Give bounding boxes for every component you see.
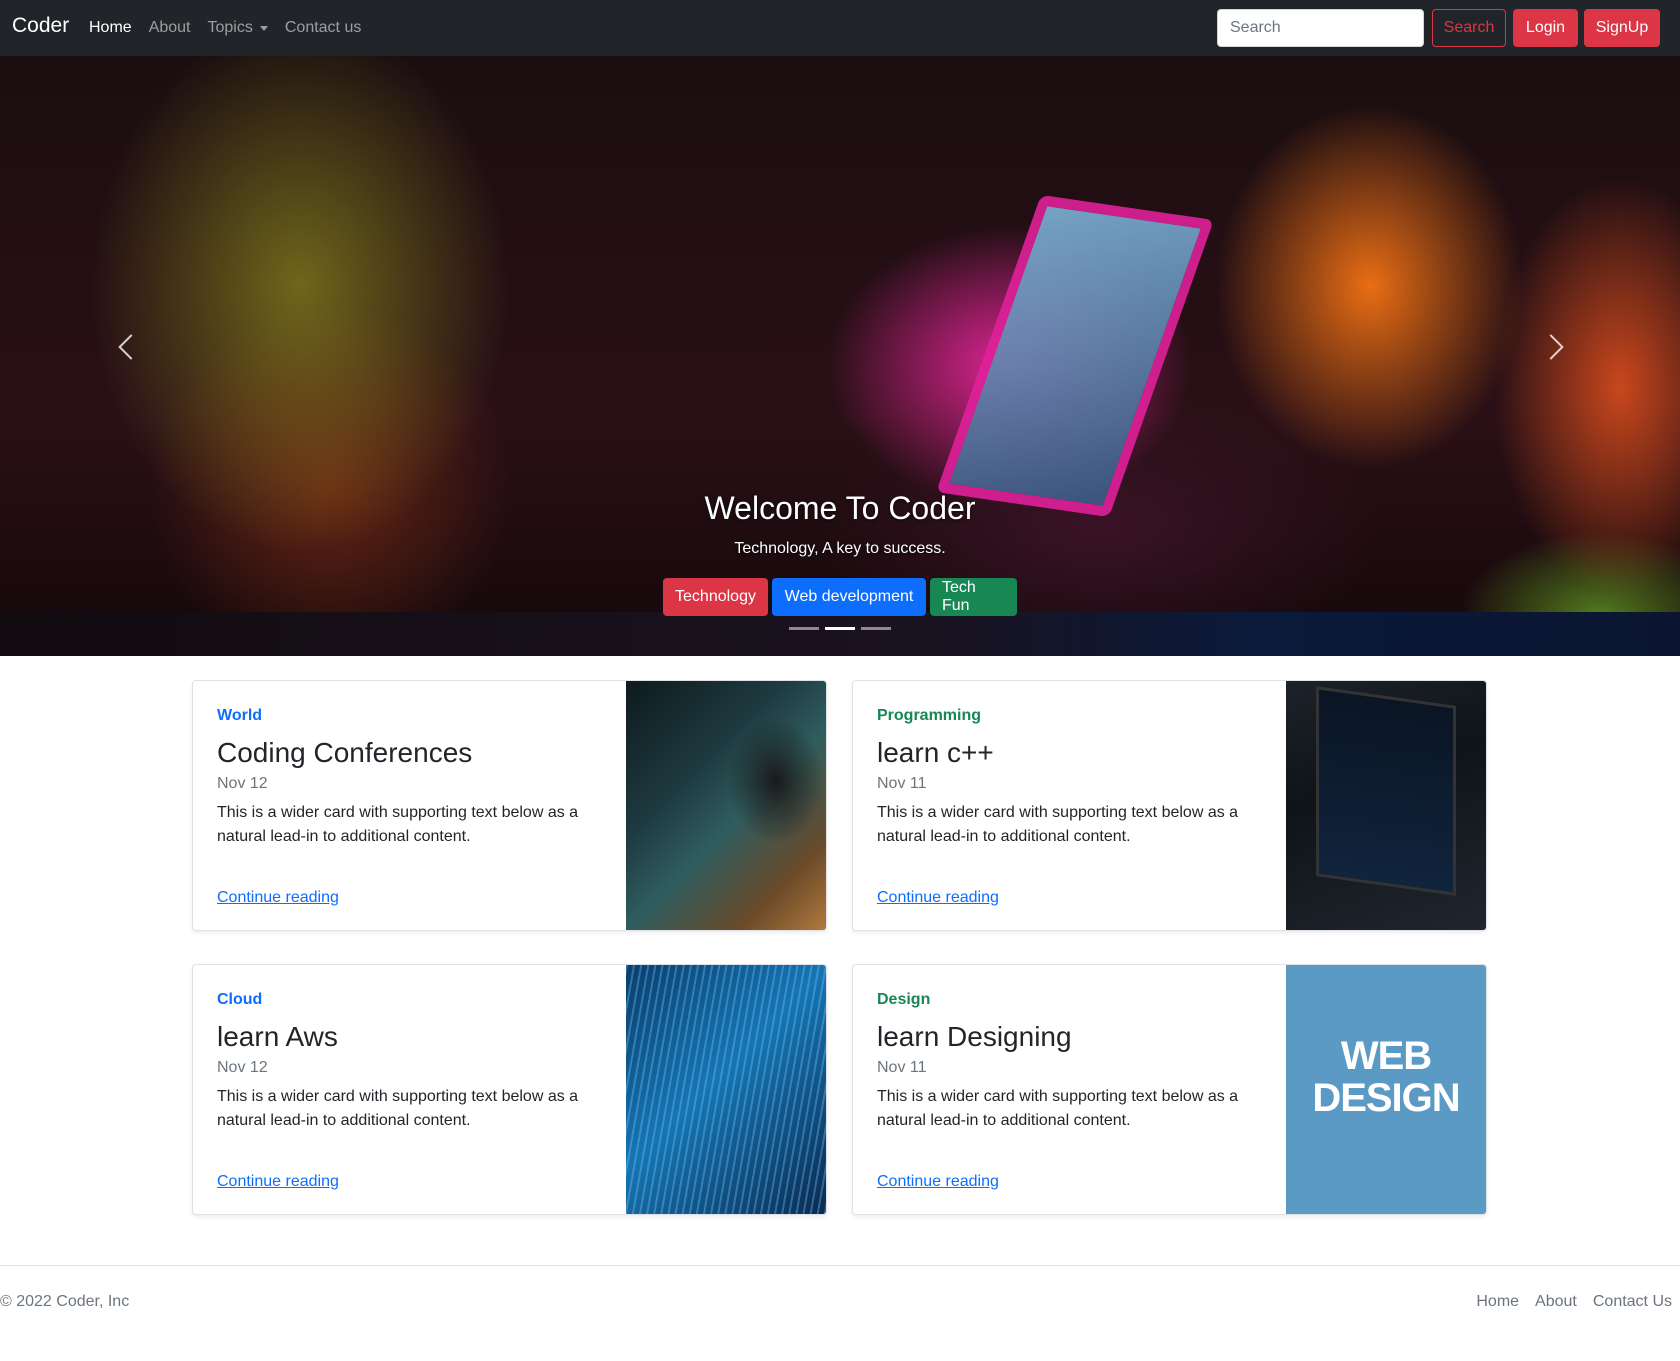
carousel-indicator-1[interactable] <box>789 627 819 630</box>
card-text: This is a wider card with supporting tex… <box>877 1088 1239 1129</box>
card-date: Nov 12 <box>217 1059 268 1076</box>
login-button[interactable]: Login <box>1513 9 1578 47</box>
nav-about[interactable]: About <box>149 19 191 37</box>
card-text: This is a wider card with supporting tex… <box>877 804 1239 845</box>
card-title: learn c++ <box>877 737 994 768</box>
card-body: Programming learn c++ Nov 11 This is a w… <box>877 681 1277 930</box>
navbar: Coder Home About Topics Contact us Searc… <box>0 0 1680 56</box>
continue-reading-link[interactable]: Continue reading <box>217 1173 339 1191</box>
brand-logo[interactable]: Coder <box>12 14 69 38</box>
card-text: This is a wider card with supporting tex… <box>217 804 579 845</box>
card-title: learn Designing <box>877 1021 1072 1052</box>
hero-carousel: Welcome To Coder Technology, A key to su… <box>0 56 1680 656</box>
search-button[interactable]: Search <box>1432 9 1506 47</box>
card-category: World <box>217 707 263 724</box>
hero-title: Welcome To Coder <box>704 490 976 526</box>
caret-down-icon <box>259 25 268 31</box>
footer-copyright: © 2022 Coder, Inc <box>0 1293 130 1310</box>
search-input[interactable] <box>1217 9 1424 47</box>
card-date: Nov 11 <box>877 1059 927 1076</box>
carousel-indicators <box>0 627 1680 630</box>
card-title: learn Aws <box>217 1021 338 1052</box>
continue-reading-link[interactable]: Continue reading <box>217 889 339 907</box>
card-category: Programming <box>877 707 982 724</box>
hero-buttons: Technology Web development Tech Fun <box>0 578 1680 616</box>
hero-bottom-strip <box>0 612 1680 656</box>
web-design-image-text: WEB DESIGN <box>1312 1034 1460 1120</box>
footer-links: Home About Contact Us <box>1460 1293 1672 1311</box>
web-development-button[interactable]: Web development <box>772 578 926 616</box>
card-date: Nov 12 <box>217 775 268 792</box>
card-image: WEB DESIGN <box>1286 965 1486 1214</box>
hero-subtitle: Technology, A key to success. <box>734 540 946 557</box>
card-learn-cpp: Programming learn c++ Nov 11 This is a w… <box>852 680 1487 931</box>
card-date: Nov 11 <box>877 775 927 792</box>
card-body: Cloud learn Aws Nov 12 This is a wider c… <box>217 965 617 1214</box>
card-image <box>626 681 826 930</box>
laptop-screen-image <box>1316 686 1456 896</box>
card-category: Design <box>877 991 931 1008</box>
footer-about-link[interactable]: About <box>1535 1293 1577 1311</box>
card-title: Coding Conferences <box>217 737 473 768</box>
continue-reading-link[interactable]: Continue reading <box>877 1173 999 1191</box>
card-image <box>1286 681 1486 930</box>
card-text: This is a wider card with supporting tex… <box>217 1088 579 1129</box>
carousel-indicator-2[interactable] <box>825 627 855 630</box>
card-learn-aws: Cloud learn Aws Nov 12 This is a wider c… <box>192 964 827 1215</box>
footer-contact-link[interactable]: Contact Us <box>1593 1293 1672 1311</box>
card-category: Cloud <box>217 991 263 1008</box>
hero-image-laptop <box>936 194 1214 518</box>
card-image <box>626 965 826 1214</box>
carousel-next-icon[interactable] <box>1538 334 1564 360</box>
footer-home-link[interactable]: Home <box>1476 1293 1519 1311</box>
continue-reading-link[interactable]: Continue reading <box>877 889 999 907</box>
signup-button[interactable]: SignUp <box>1584 9 1660 47</box>
card-body: Design learn Designing Nov 11 This is a … <box>877 965 1277 1214</box>
nav-contact[interactable]: Contact us <box>285 19 361 37</box>
card-coding-conferences: World Coding Conferences Nov 12 This is … <box>192 680 827 931</box>
footer-divider <box>0 1265 1680 1266</box>
nav-topics-dropdown[interactable]: Topics <box>208 19 268 37</box>
nav-links: Home About Topics Contact us <box>89 0 378 56</box>
carousel-prev-icon[interactable] <box>118 334 144 360</box>
card-learn-designing: Design learn Designing Nov 11 This is a … <box>852 964 1487 1215</box>
card-body: World Coding Conferences Nov 12 This is … <box>217 681 617 930</box>
technology-button[interactable]: Technology <box>663 578 768 616</box>
tech-fun-button[interactable]: Tech Fun <box>930 578 1017 616</box>
nav-topics-label: Topics <box>207 19 253 36</box>
carousel-indicator-3[interactable] <box>861 627 891 630</box>
nav-home[interactable]: Home <box>89 19 132 37</box>
